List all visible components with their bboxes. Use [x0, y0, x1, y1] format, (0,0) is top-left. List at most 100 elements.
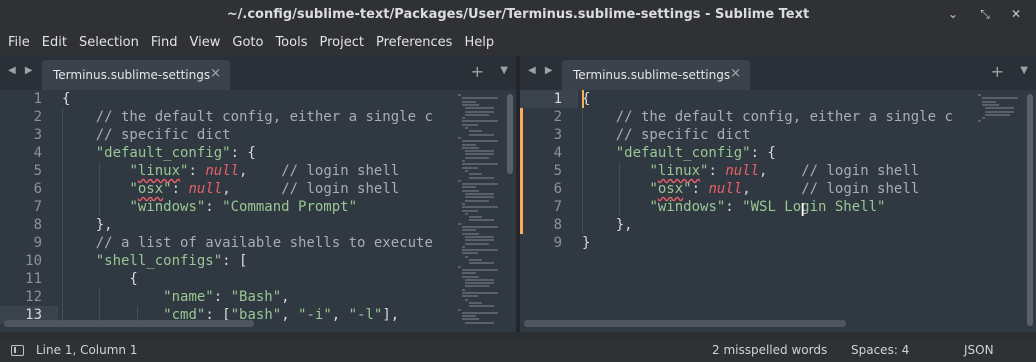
close-window-icon[interactable]: ✕ — [1007, 5, 1025, 23]
minimap-line — [981, 117, 985, 120]
title-bar: ~/.config/sublime-text/Packages/User/Ter… — [0, 0, 1036, 29]
line-number: 6 — [553, 181, 562, 197]
minimap-line — [465, 321, 494, 324]
horizontal-scrollbar[interactable] — [4, 320, 254, 327]
minimap-line — [465, 113, 490, 116]
code-line[interactable]: // a list of available shells to execute — [62, 234, 433, 252]
cursor-position[interactable]: Line 1, Column 1 — [36, 343, 138, 357]
code-line[interactable]: "name": "Bash", — [62, 288, 289, 306]
minimap-line — [465, 242, 490, 245]
line-number: 2 — [553, 109, 562, 125]
tab-nav-arrows-icon[interactable]: ◀ ▶ — [8, 65, 36, 76]
minimap-line — [461, 166, 478, 169]
minimap-line — [461, 100, 476, 103]
menu-help[interactable]: Help — [458, 29, 500, 56]
code-line[interactable]: "linux": null, // login shell — [582, 162, 919, 180]
minimap-line — [461, 315, 476, 318]
minimap-line — [465, 212, 469, 215]
line-number: 12 — [25, 289, 42, 305]
minimap[interactable] — [978, 90, 1024, 332]
minimap-line — [461, 123, 478, 126]
restore-icon[interactable]: ⤡ — [976, 5, 994, 23]
minimap-line — [461, 143, 476, 146]
left-code-editor[interactable]: 1 2 3 4 5 6 7 8 9 10 11 12 13 { // the default confi… — [0, 90, 516, 332]
code-line[interactable]: "osx": null, // login shell — [582, 180, 919, 198]
code-line[interactable]: { — [62, 270, 137, 288]
minimap-line — [458, 222, 461, 225]
tab-menu-icon[interactable]: ▼ — [1020, 65, 1028, 76]
code-area[interactable]: { // the default config, either a single… — [582, 90, 976, 332]
minimap[interactable] — [458, 90, 504, 332]
minimap-line — [458, 136, 461, 139]
code-line[interactable]: // specific dict — [582, 126, 751, 144]
minimap-line — [461, 209, 478, 212]
horizontal-scrollbar[interactable] — [524, 320, 846, 327]
minimap-line — [468, 305, 494, 308]
minimize-icon[interactable]: ⌄ — [944, 5, 962, 23]
minimap-line — [461, 229, 476, 232]
new-tab-icon[interactable]: + — [471, 62, 484, 81]
menu-tools[interactable]: Tools — [269, 29, 313, 56]
syntax-status[interactable]: JSON — [964, 343, 994, 357]
tab-terminus-settings-left[interactable]: Terminus.sublime-settings × — [42, 60, 230, 90]
code-line[interactable]: { — [582, 90, 590, 108]
code-line[interactable]: // the default config, either a single c — [62, 108, 433, 126]
minimap-line — [461, 318, 479, 321]
minimap-line — [985, 113, 1011, 116]
minimap-line — [465, 199, 490, 202]
line-number: 9 — [553, 235, 562, 251]
code-line[interactable]: "windows": "WSL Login Shell" — [582, 198, 885, 216]
code-line[interactable]: "shell_configs": [ — [62, 252, 248, 270]
tab-menu-icon[interactable]: ▼ — [500, 65, 508, 76]
line-number: 10 — [25, 253, 42, 269]
toggle-panel-icon[interactable] — [11, 345, 24, 356]
minimap-line — [465, 153, 494, 156]
menu-edit[interactable]: Edit — [36, 29, 73, 56]
code-line[interactable]: "osx": null, // login shell — [62, 180, 399, 198]
line-number: 3 — [553, 127, 562, 143]
menu-find[interactable]: Find — [145, 29, 184, 56]
tab-close-icon[interactable]: × — [730, 66, 741, 81]
tab-terminus-settings-right[interactable]: Terminus.sublime-settings × — [562, 60, 750, 90]
indentation-status[interactable]: Spaces: 4 — [851, 343, 909, 357]
vertical-scrollbar[interactable] — [507, 94, 513, 174]
vertical-scrollbar[interactable] — [1027, 94, 1033, 326]
code-line[interactable]: }, — [582, 216, 633, 234]
spellcheck-status[interactable]: 2 misspelled words — [712, 343, 827, 357]
minimap-line — [985, 110, 1014, 113]
menu-project[interactable]: Project — [313, 29, 369, 56]
new-tab-icon[interactable]: + — [991, 62, 1004, 81]
code-line[interactable]: { — [62, 90, 70, 108]
minimap-line — [461, 275, 479, 278]
menu-file[interactable]: File — [2, 29, 36, 56]
menu-preferences[interactable]: Preferences — [370, 29, 458, 56]
code-line[interactable]: "linux": null, // login shell — [62, 162, 399, 180]
code-line[interactable]: // specific dict — [62, 126, 231, 144]
menu-goto[interactable]: Goto — [226, 29, 269, 56]
code-line[interactable]: } — [582, 234, 590, 252]
minimap-line — [461, 117, 465, 120]
menu-selection[interactable]: Selection — [73, 29, 145, 56]
minimap-line — [978, 94, 981, 96]
code-line[interactable]: "windows": "Command Prompt" — [62, 198, 357, 216]
line-number: 11 — [25, 271, 42, 287]
minimap-line — [461, 206, 498, 209]
code-line[interactable]: }, — [62, 216, 113, 234]
minimap-line — [468, 176, 494, 179]
minimap-line — [465, 196, 494, 199]
code-line[interactable]: "default_config": { — [62, 144, 256, 162]
code-area[interactable]: { // the default config, either a single… — [62, 90, 456, 332]
minimap-line — [468, 173, 483, 176]
minimap-line — [468, 133, 494, 136]
tab-nav-arrows-icon[interactable]: ◀ ▶ — [528, 65, 556, 76]
code-line[interactable]: // the default config, either a single c — [582, 108, 953, 126]
right-code-editor[interactable]: 1 2 3 4 5 6 7 8 9 { // the default config, eithe… — [520, 90, 1036, 332]
minimap-line — [461, 120, 498, 123]
minimap-line — [461, 160, 465, 162]
tab-close-icon[interactable]: × — [210, 66, 221, 81]
menu-view[interactable]: View — [184, 29, 227, 56]
minimap-line — [461, 226, 498, 228]
minimap-line — [458, 179, 461, 182]
minimap-line — [461, 252, 478, 255]
code-line[interactable]: "default_config": { — [582, 144, 776, 162]
